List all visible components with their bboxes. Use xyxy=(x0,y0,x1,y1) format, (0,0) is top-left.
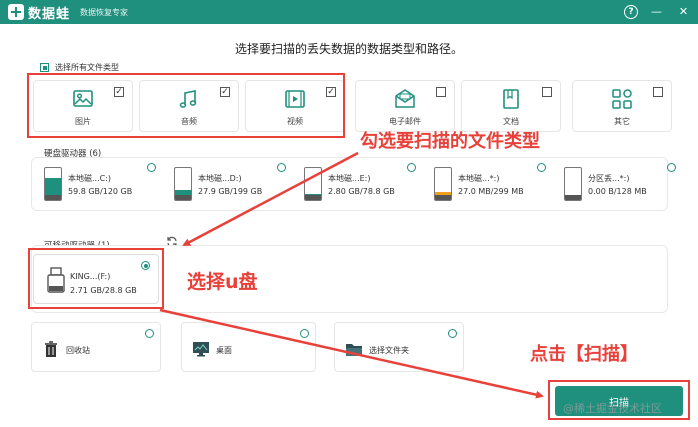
arrow-to-scan xyxy=(159,308,544,399)
arrow-to-usb xyxy=(182,151,359,247)
watermark: @稀土掘金技术社区 xyxy=(563,402,662,415)
annotation-arrows xyxy=(159,151,544,399)
